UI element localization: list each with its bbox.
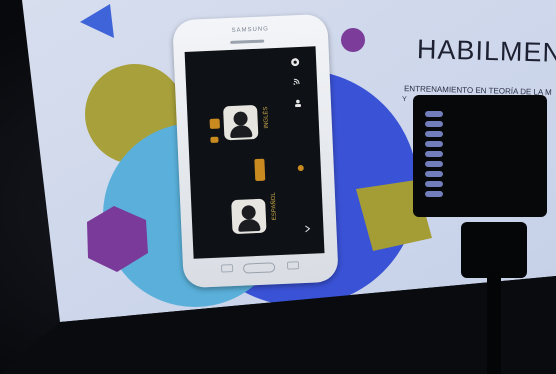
led-strip — [421, 109, 447, 207]
person-icon[interactable] — [294, 99, 302, 108]
gold-dot — [297, 164, 304, 172]
led — [425, 111, 443, 117]
cast-icon[interactable] — [293, 77, 301, 85]
recent-apps-key[interactable] — [220, 264, 234, 273]
tripod-pole — [487, 272, 501, 374]
smartphone: SAMSUNG INGLÉS ESPAÑOL — [172, 13, 339, 289]
slide-headline: HABILMEN — [416, 34, 556, 68]
app-card-espanol[interactable] — [231, 198, 267, 235]
led — [425, 131, 443, 137]
avatar-body — [237, 218, 261, 232]
led — [425, 161, 443, 167]
app-label-espanol: ESPAÑOL — [270, 192, 279, 221]
slide-subline-2: Y — [401, 95, 407, 104]
avatar-head — [233, 111, 248, 126]
led — [425, 141, 443, 147]
home-button[interactable] — [242, 262, 276, 274]
settings-icon[interactable] — [290, 57, 300, 67]
phone-speaker — [230, 39, 265, 44]
back-key[interactable] — [286, 261, 300, 270]
avatar-body — [229, 125, 253, 139]
app-label-ingles: INGLÉS — [263, 106, 271, 129]
tripod-head — [461, 222, 527, 278]
badge-square-small — [210, 136, 219, 143]
led — [425, 191, 443, 197]
photo-scene: HABILMEN ENTRENAMIENTO EN TEORÍA DE LA M… — [0, 0, 556, 374]
led-light-panel — [413, 95, 547, 217]
phone-brand: SAMSUNG — [231, 26, 270, 34]
gold-button[interactable] — [254, 158, 266, 182]
led — [425, 121, 443, 127]
phone-screen: INGLÉS ESPAÑOL — [184, 46, 325, 259]
led — [425, 181, 443, 187]
app-card-ingles[interactable] — [223, 104, 259, 141]
led — [425, 171, 443, 177]
purple-dot — [341, 28, 365, 52]
avatar-head — [241, 205, 256, 220]
badge-square — [209, 118, 220, 129]
chevron-right-icon[interactable] — [304, 225, 311, 233]
led — [425, 151, 443, 157]
